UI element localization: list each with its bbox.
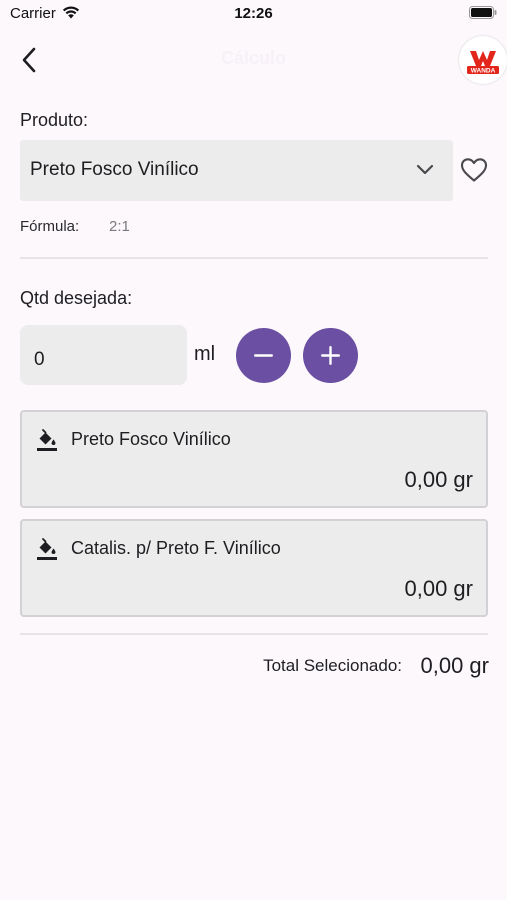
- component-weight: 0,00 gr: [404, 467, 474, 492]
- battery-icon: [469, 6, 497, 19]
- paint-bucket-icon: [37, 538, 57, 560]
- component-card: Catalis. p/ Preto F. Vinílico 0,00 gr: [20, 519, 488, 617]
- chevron-left-icon: [22, 47, 36, 73]
- minus-icon: [254, 354, 273, 357]
- brand-logo[interactable]: WANDA: [459, 36, 507, 84]
- wanda-logo-icon: WANDA: [467, 51, 499, 75]
- formula-label: Fórmula:: [20, 218, 80, 235]
- divider: [20, 633, 488, 635]
- decrement-button[interactable]: [236, 328, 291, 383]
- quantity-input[interactable]: 0: [20, 325, 187, 385]
- component-name: Catalis. p/ Preto F. Vinílico: [71, 538, 281, 558]
- chevron-down-icon: [416, 164, 434, 175]
- quantity-input-value: 0: [34, 349, 45, 370]
- total-value: 0,00 gr: [420, 653, 490, 678]
- total-label: Total Selecionado:: [263, 656, 402, 675]
- calculator-screen: Carrier 12:26 Cálculo WANDA Produto: Pre…: [0, 0, 507, 900]
- status-bar: Carrier 12:26: [0, 0, 507, 30]
- increment-button[interactable]: [303, 328, 358, 383]
- paint-bucket-icon: [37, 429, 57, 451]
- product-label: Produto:: [20, 110, 89, 130]
- plus-icon: [321, 346, 340, 365]
- quantity-label: Qtd desejada:: [20, 288, 133, 308]
- component-name: Preto Fosco Vinílico: [71, 429, 231, 449]
- back-button[interactable]: [20, 44, 50, 76]
- product-select[interactable]: Preto Fosco Vinílico: [20, 140, 453, 201]
- favorite-heart-icon[interactable]: [460, 157, 488, 183]
- formula-value: 2:1: [109, 218, 130, 235]
- status-time: 12:26: [234, 5, 273, 22]
- unit-label: ml: [194, 343, 216, 365]
- svg-text:WANDA: WANDA: [471, 68, 496, 75]
- product-select-value: Preto Fosco Vinílico: [30, 159, 199, 180]
- component-weight: 0,00 gr: [404, 576, 474, 601]
- component-card: Preto Fosco Vinílico 0,00 gr: [20, 410, 488, 508]
- page-title: Cálculo: [220, 48, 286, 68]
- divider: [20, 257, 488, 259]
